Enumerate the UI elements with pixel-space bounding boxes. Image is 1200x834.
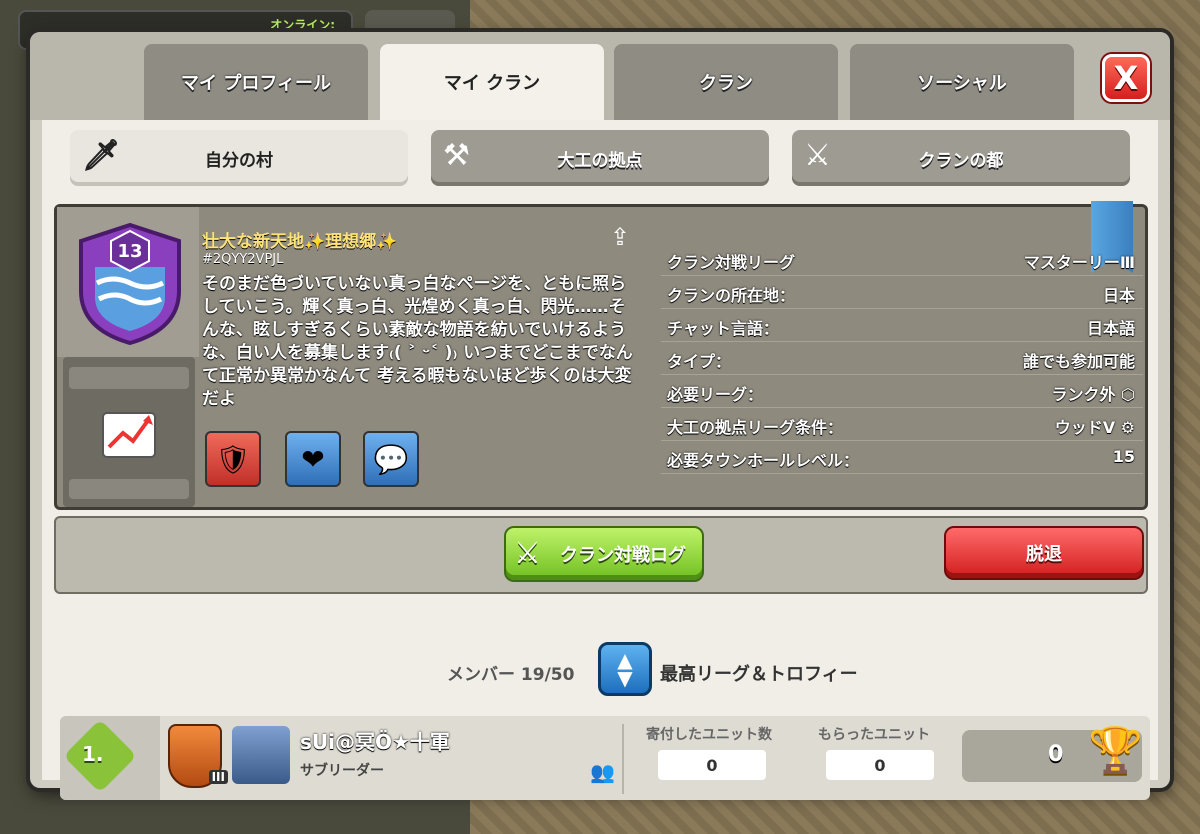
- tab-my-profile[interactable]: マイ プロフィール: [144, 44, 368, 120]
- info-row: チャット言語： 日本語: [661, 309, 1143, 342]
- info-key: タイプ：: [667, 352, 732, 371]
- donated-label: 寄付したユニット数: [646, 727, 772, 743]
- member-name: sUi@冥Ö★十軍: [300, 730, 450, 754]
- clan-action-bar: ⚔ クラン対戦ログ 脱退: [54, 516, 1148, 594]
- progress-chart-icon[interactable]: [99, 403, 159, 463]
- subtab-clan-capital[interactable]: ⚔ クランの都: [792, 130, 1130, 186]
- tab-my-clan[interactable]: マイ クラン: [380, 44, 604, 120]
- info-value: マスターリーⅢ: [1023, 253, 1135, 272]
- member-rank: 1.: [82, 742, 104, 766]
- received-label: もらったユニット: [818, 727, 930, 743]
- heart-icon: ❤: [301, 442, 325, 476]
- clan-dialog: マイ プロフィール マイ クラン クラン ソーシャル X 🗡 自分の村 ⚒ 大工…: [30, 32, 1170, 800]
- share-icon[interactable]: ⇪: [610, 223, 638, 253]
- member-row[interactable]: 1. III sUi@冥Ö★十軍 サブリーダー 👥 寄付したユニット数 0 もら…: [60, 716, 1150, 800]
- trophy-box: 0 🏆: [962, 725, 1143, 782]
- war-log-icon: ⚔: [514, 536, 541, 571]
- clan-level: 13: [117, 241, 142, 262]
- leave-clan-button[interactable]: 脱退: [944, 526, 1144, 580]
- info-key: チャット言語：: [667, 319, 779, 338]
- clan-badge-box: 13: [57, 207, 199, 357]
- received-value: 0: [826, 750, 934, 780]
- clan-war-status-button[interactable]: 🛡: [205, 431, 261, 487]
- town-hall-icon: [232, 726, 290, 784]
- chat-icon: 💬: [373, 442, 409, 476]
- league-icon: III: [168, 724, 228, 788]
- info-value: 誰でも参加可能: [1022, 352, 1135, 371]
- dialog-header: マイ プロフィール マイ クラン クラン ソーシャル X: [30, 32, 1170, 120]
- info-row: クラン対戦リーグ マスターリーⅢ: [661, 243, 1143, 276]
- friends-icon: 👥: [590, 760, 615, 784]
- subtab-builder-base[interactable]: ⚒ 大工の拠点: [431, 130, 769, 186]
- member-count: メンバー 19/50: [447, 665, 575, 685]
- info-row: タイプ： 誰でも参加可能: [661, 342, 1143, 375]
- subtab-home-village[interactable]: 🗡 自分の村: [70, 130, 408, 186]
- clan-stats-panel: [63, 357, 195, 507]
- clan-info-table: クラン対戦リーグ マスターリーⅢ クランの所在地： 日本 チャット言語： 日本語…: [661, 243, 1143, 474]
- crossed-swords-icon: ⚔: [804, 138, 831, 173]
- clan-perks-button[interactable]: ❤: [285, 431, 341, 487]
- info-value: 15: [1112, 447, 1135, 466]
- info-value: 日本: [1102, 286, 1135, 305]
- info-key: クラン対戦リーグ: [667, 253, 796, 272]
- axes-icon: ⚒: [443, 138, 470, 173]
- clan-description: そのまだ色づいていない真っ白なページを、ともに照らしていこう。輝く真っ白、光煌め…: [202, 274, 633, 409]
- member-role: サブリーダー: [300, 763, 384, 779]
- sort-down-icon: ▼: [617, 666, 633, 690]
- info-key: 必要リーグ：: [667, 385, 764, 404]
- war-log-button[interactable]: ⚔ クラン対戦ログ: [504, 526, 704, 582]
- clan-chat-button[interactable]: 💬: [363, 431, 419, 487]
- info-key: 必要タウンホールレベル：: [667, 451, 860, 470]
- subtab-label: 自分の村: [205, 150, 273, 171]
- trophy-count: 0: [1048, 742, 1064, 767]
- rank-box: 1.: [60, 716, 160, 800]
- war-shield-icon: 🛡: [215, 442, 251, 476]
- panel-bar: [69, 367, 189, 389]
- info-key: クランの所在地：: [667, 286, 796, 305]
- close-button[interactable]: X: [1102, 54, 1150, 102]
- trophy-icon: 🏆: [1088, 725, 1143, 776]
- tab-social[interactable]: ソーシャル: [850, 44, 1074, 120]
- subtab-label: クランの都: [918, 150, 1004, 171]
- clan-badge-icon: 13: [79, 222, 181, 346]
- tab-clans[interactable]: クラン: [614, 44, 838, 120]
- info-row: クランの所在地： 日本: [661, 276, 1143, 309]
- info-value: 日本語: [1086, 319, 1135, 338]
- info-row: 必要タウンホールレベル： 15: [661, 441, 1143, 474]
- subtab-label: 大工の拠点: [557, 150, 643, 171]
- clan-tag[interactable]: #2QYY2VPJL: [202, 252, 283, 267]
- sort-label: 最高リーグ＆トロフィー: [660, 664, 858, 685]
- divider: [622, 724, 624, 794]
- dialog-content: 🗡 自分の村 ⚒ 大工の拠点 ⚔ クランの都 13 壮大な新天地✨理想郷✨ #2…: [42, 120, 1158, 800]
- online-label: オンライン:: [270, 18, 335, 32]
- league-tier: III: [208, 770, 228, 784]
- info-key: 大工の拠点リーグ条件：: [667, 418, 844, 437]
- info-value: ランク外 ⬡: [1051, 385, 1135, 404]
- sword-icon: 🗡: [82, 138, 121, 173]
- war-log-label: クラン対戦ログ: [560, 545, 686, 566]
- info-row: 必要リーグ： ランク外 ⬡: [661, 375, 1143, 408]
- clan-info-card: 13 壮大な新天地✨理想郷✨ #2QYY2VPJL ⇪ そのまだ色づいていない真…: [54, 201, 1148, 510]
- panel-bar: [69, 479, 189, 499]
- info-row: 大工の拠点リーグ条件： ウッドⅤ ⚙: [661, 408, 1143, 441]
- clan-name: 壮大な新天地✨理想郷✨: [202, 232, 398, 252]
- donated-value: 0: [658, 750, 766, 780]
- info-value: ウッドⅤ ⚙: [1054, 418, 1135, 437]
- sort-button[interactable]: ▲ ▼: [598, 642, 652, 696]
